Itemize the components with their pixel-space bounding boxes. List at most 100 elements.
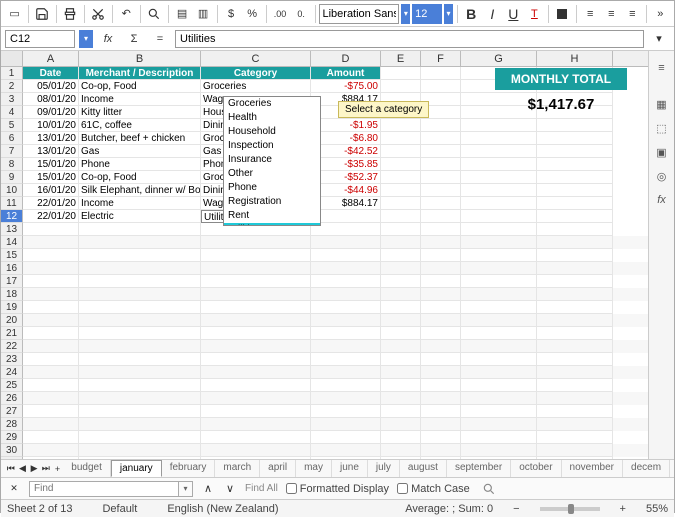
cell-merchant[interactable]: 61C, coffee bbox=[79, 119, 201, 132]
empty-cell[interactable] bbox=[23, 262, 79, 275]
empty-cell[interactable] bbox=[23, 340, 79, 353]
sheet-tab[interactable]: november bbox=[562, 460, 623, 477]
category-dropdown[interactable]: GroceriesHealthHouseholdInspectionInsura… bbox=[223, 96, 321, 226]
empty-cell[interactable] bbox=[23, 236, 79, 249]
row-header[interactable]: 27 bbox=[1, 405, 23, 418]
row-header[interactable]: 9 bbox=[1, 171, 23, 184]
col-header-H[interactable]: H bbox=[537, 51, 613, 66]
sheet-tab[interactable]: january bbox=[111, 460, 162, 477]
empty-cell[interactable] bbox=[461, 366, 537, 379]
sheet-tab[interactable]: february bbox=[162, 460, 216, 477]
dropdown-item[interactable]: Household bbox=[224, 125, 320, 139]
empty-cell[interactable] bbox=[79, 444, 201, 457]
row-header[interactable]: 5 bbox=[1, 119, 23, 132]
col-header-G[interactable]: G bbox=[461, 51, 537, 66]
empty-cell[interactable] bbox=[201, 327, 311, 340]
empty-cell[interactable] bbox=[311, 301, 381, 314]
empty-cell[interactable] bbox=[461, 353, 537, 366]
empty-cell[interactable] bbox=[461, 262, 537, 275]
zoom-slider[interactable] bbox=[540, 507, 600, 511]
cell-merchant[interactable]: Phone bbox=[79, 158, 201, 171]
empty-cell[interactable] bbox=[421, 366, 461, 379]
row-header[interactable]: 6 bbox=[1, 132, 23, 145]
fontsize-select[interactable] bbox=[412, 4, 442, 24]
empty-cell[interactable] bbox=[537, 444, 613, 457]
empty-cell[interactable] bbox=[79, 236, 201, 249]
empty-cell[interactable] bbox=[311, 340, 381, 353]
cell-amount[interactable]: -$52.37 bbox=[311, 171, 381, 184]
tab-last-icon[interactable]: ⏭ bbox=[40, 463, 52, 474]
row-header[interactable]: 23 bbox=[1, 353, 23, 366]
empty-cell[interactable] bbox=[79, 249, 201, 262]
empty-cell[interactable] bbox=[381, 340, 421, 353]
empty-cell[interactable] bbox=[421, 301, 461, 314]
cell-date[interactable]: 10/01/20 bbox=[23, 119, 79, 132]
empty-cell[interactable] bbox=[201, 418, 311, 431]
empty-cell[interactable] bbox=[381, 418, 421, 431]
spreadsheet-grid[interactable]: A B C D E F G H 1DateMerchant / Descript… bbox=[1, 51, 648, 459]
empty-cell[interactable] bbox=[461, 223, 537, 236]
row-header[interactable]: 24 bbox=[1, 366, 23, 379]
equals-icon[interactable]: = bbox=[149, 28, 171, 50]
empty-cell[interactable] bbox=[381, 353, 421, 366]
cell-merchant[interactable]: Co-op, Food bbox=[79, 171, 201, 184]
empty-cell[interactable] bbox=[421, 405, 461, 418]
formatted-display-checkbox[interactable]: Formatted Display bbox=[286, 483, 389, 495]
empty-cell[interactable] bbox=[79, 431, 201, 444]
empty-cell[interactable] bbox=[311, 379, 381, 392]
col-header-B[interactable]: B bbox=[79, 51, 201, 66]
empty-cell[interactable] bbox=[23, 431, 79, 444]
save-icon[interactable] bbox=[33, 3, 52, 25]
empty-cell[interactable] bbox=[461, 301, 537, 314]
styles-icon[interactable]: ⬚ bbox=[653, 119, 671, 137]
empty-cell[interactable] bbox=[79, 314, 201, 327]
sheet-tab[interactable]: march bbox=[215, 460, 260, 477]
row-header[interactable]: 31 bbox=[1, 457, 23, 459]
empty-cell[interactable] bbox=[381, 405, 421, 418]
bold-icon[interactable]: B bbox=[462, 3, 481, 25]
row-header[interactable]: 22 bbox=[1, 340, 23, 353]
tab-first-icon[interactable]: ⏮ bbox=[5, 463, 17, 474]
empty-cell[interactable] bbox=[381, 314, 421, 327]
undo-icon[interactable]: ↶ bbox=[117, 3, 136, 25]
dropdown-item[interactable]: Rent bbox=[224, 209, 320, 223]
empty-cell[interactable] bbox=[461, 275, 537, 288]
empty-cell[interactable] bbox=[311, 236, 381, 249]
sheet-tab[interactable]: september bbox=[447, 460, 511, 477]
empty-cell[interactable] bbox=[381, 431, 421, 444]
empty-cell[interactable] bbox=[201, 405, 311, 418]
empty-cell[interactable] bbox=[23, 444, 79, 457]
row-icon[interactable]: ▤ bbox=[173, 3, 192, 25]
row-header[interactable]: 20 bbox=[1, 314, 23, 327]
dropdown-item[interactable]: Groceries bbox=[224, 97, 320, 111]
align-right-icon[interactable]: ≡ bbox=[623, 3, 642, 25]
empty-cell[interactable] bbox=[201, 236, 311, 249]
cell-date[interactable]: 22/01/20 bbox=[23, 210, 79, 223]
empty-cell[interactable] bbox=[421, 444, 461, 457]
empty-cell[interactable] bbox=[537, 457, 613, 459]
percent-icon[interactable]: % bbox=[243, 3, 262, 25]
empty-cell[interactable] bbox=[311, 431, 381, 444]
dropdown-item[interactable]: Health bbox=[224, 111, 320, 125]
sheet-tab[interactable]: budget bbox=[63, 460, 111, 477]
cell-reference-input[interactable] bbox=[5, 30, 75, 48]
empty-cell[interactable] bbox=[421, 353, 461, 366]
toolbar-overflow-icon[interactable]: » bbox=[651, 3, 670, 25]
empty-cell[interactable] bbox=[381, 223, 421, 236]
empty-cell[interactable] bbox=[311, 444, 381, 457]
row-header[interactable]: 29 bbox=[1, 431, 23, 444]
empty-cell[interactable] bbox=[461, 431, 537, 444]
empty-cell[interactable] bbox=[461, 327, 537, 340]
cell-date[interactable]: 22/01/20 bbox=[23, 197, 79, 210]
col-header-C[interactable]: C bbox=[201, 51, 311, 66]
cell-merchant[interactable]: Kitty litter bbox=[79, 106, 201, 119]
empty-cell[interactable] bbox=[421, 236, 461, 249]
row-header[interactable]: 3 bbox=[1, 93, 23, 106]
tab-add-icon[interactable]: + bbox=[52, 464, 64, 474]
empty-cell[interactable] bbox=[311, 366, 381, 379]
empty-cell[interactable] bbox=[461, 418, 537, 431]
empty-cell[interactable] bbox=[537, 288, 613, 301]
empty-cell[interactable] bbox=[311, 223, 381, 236]
cell-amount[interactable]: -$6.80 bbox=[311, 132, 381, 145]
find-prev-icon[interactable]: ∧ bbox=[201, 478, 215, 500]
